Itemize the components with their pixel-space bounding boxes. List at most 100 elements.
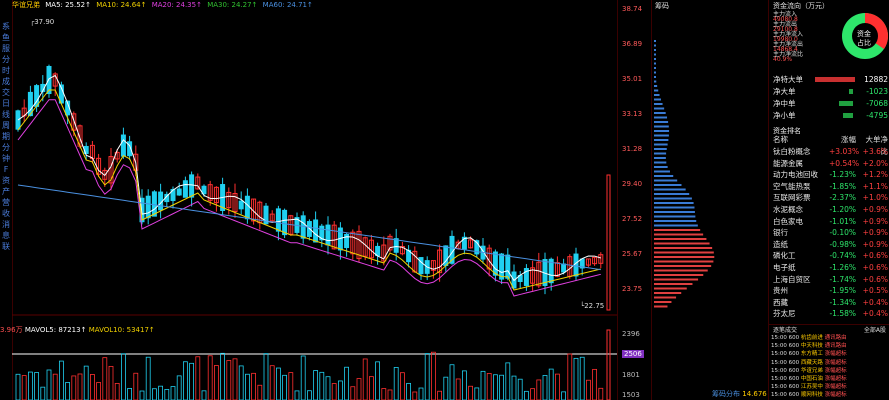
volume-bar — [517, 378, 523, 400]
sector-row[interactable]: 银行 -0.10% +0.9% — [771, 227, 889, 239]
sector-pct: -1.23% — [829, 170, 856, 180]
volume-bar — [368, 376, 374, 400]
chip-bar — [654, 179, 678, 182]
volume-bar — [424, 353, 430, 400]
left-tab-6[interactable]: 交 — [1, 88, 11, 98]
sector-name: 电子纸 — [773, 263, 796, 272]
left-tab-11[interactable]: 分 — [1, 143, 11, 153]
chip-footer-value: 14.676 — [742, 390, 767, 398]
left-tab-0[interactable]: 系 — [1, 22, 11, 32]
sector-name: 银行 — [773, 228, 788, 238]
chip-bar — [654, 157, 666, 159]
candlestick-svg — [12, 64, 617, 400]
tick-name: 中国石油 — [800, 376, 823, 382]
volume-bar — [499, 374, 505, 400]
volume-bar — [437, 390, 443, 400]
price-axis: 38.74 36.89 35.01 33.13 31.28 29.40 27.52 25.67… — [617, 0, 651, 400]
sector-row[interactable]: 钛白粉概念 +3.03% +3.6% — [771, 146, 889, 158]
chip-footer: 筹码分布 14.676 — [712, 389, 767, 399]
sector-net: +3.6% — [862, 147, 888, 156]
net-flow-value: -7068 — [866, 99, 888, 108]
volume-bar — [430, 351, 436, 400]
sector-net: +1.0% — [862, 193, 888, 203]
left-tab-17[interactable]: 收 — [1, 209, 11, 219]
sector-row[interactable]: 互联网彩票 -2.37% +1.0% — [771, 192, 889, 204]
candle-body — [492, 251, 498, 276]
tick-time: 15:00 — [771, 343, 787, 350]
left-tab-7[interactable]: 日 — [1, 99, 11, 109]
low-value: 22.75 — [584, 302, 605, 310]
chip-bar — [654, 305, 668, 308]
left-tab-4[interactable]: 时 — [1, 66, 11, 76]
sector-name: 上海自贸区 — [773, 274, 811, 284]
tick-tag: 涨幅超标 — [824, 376, 847, 382]
left-tab-16[interactable]: 营 — [1, 198, 11, 208]
left-tab-8[interactable]: 线 — [1, 110, 11, 120]
sector-row[interactable]: 动力电池回收 -1.23% +1.2% — [771, 169, 889, 181]
chip-bar — [654, 76, 656, 78]
volume-bar — [530, 388, 535, 400]
sector-row[interactable]: 水泥概念 -1.20% +0.9% — [771, 204, 889, 216]
left-tab-9[interactable]: 周 — [1, 121, 11, 131]
net-flow-row: 净小单 -4795 — [771, 110, 889, 122]
price-tick: 35.01 — [622, 75, 643, 83]
sector-net: +0.9% — [862, 205, 888, 214]
left-tab-19[interactable]: 息 — [1, 231, 11, 241]
left-tab-2[interactable]: 服 — [1, 44, 11, 54]
sector-name: 造纸 — [773, 239, 788, 249]
chip-bar — [654, 103, 663, 105]
sector-pct: -1.20% — [829, 205, 856, 214]
sector-row[interactable]: 西藏 -1.34% +0.4% — [771, 297, 889, 309]
volume-bar — [52, 373, 58, 400]
left-tab-15[interactable]: 产 — [1, 187, 11, 197]
volume-bar — [251, 372, 257, 400]
left-tab-14[interactable]: 资 — [1, 176, 11, 186]
left-tab-18[interactable]: 消 — [1, 220, 11, 230]
chip-bar — [654, 211, 695, 213]
pie-center-bottom: 占比 — [857, 39, 871, 47]
tick-name: 华谊兄弟 — [800, 367, 823, 374]
volume-bar — [586, 379, 591, 400]
volume-bar — [306, 390, 312, 400]
volume-bar — [313, 370, 319, 400]
left-tab-20[interactable]: 联 — [1, 242, 11, 252]
candle-body — [325, 224, 331, 246]
left-tab-10[interactable]: 期 — [1, 132, 11, 142]
sector-row[interactable]: 磷化工 -0.74% +0.6% — [771, 250, 889, 262]
tick-time: 15:00 — [771, 384, 787, 391]
volume-bar — [461, 370, 467, 400]
left-tab-1[interactable]: 鱼 — [1, 33, 11, 43]
left-tab-12[interactable]: 钟 — [1, 154, 11, 164]
sector-net: +0.6% — [862, 263, 888, 272]
sector-net: +2.0% — [862, 158, 888, 168]
chip-bar — [654, 98, 661, 101]
sector-net: +0.9% — [862, 228, 888, 238]
candle-body — [151, 191, 157, 217]
sector-row[interactable]: 造纸 -0.98% +0.9% — [771, 239, 889, 251]
left-tab-5[interactable]: 成 — [1, 77, 11, 87]
volume-bar — [579, 356, 585, 400]
left-tab-13[interactable]: F — [1, 165, 11, 175]
volume-bar — [480, 370, 486, 400]
left-tab-3[interactable]: 分 — [1, 55, 11, 65]
sector-pct: -1.74% — [829, 274, 856, 284]
chip-bar — [654, 85, 658, 87]
volume-bar — [524, 390, 529, 400]
sector-row[interactable]: 白色家电 -1.01% +0.9% — [771, 216, 889, 228]
sector-row[interactable]: 贵州 -1.95% +0.5% — [771, 285, 889, 297]
candle-body — [505, 254, 511, 279]
sector-net: +1.1% — [862, 181, 888, 191]
sector-row[interactable]: 上海自贸区 -1.74% +0.6% — [771, 274, 889, 286]
volume-bar — [319, 371, 325, 400]
chip-bar — [654, 296, 677, 299]
chip-bar — [654, 274, 704, 276]
sector-pct: +0.54% — [829, 158, 860, 168]
sector-row[interactable]: 芬太尼 -1.58% +0.4% — [771, 308, 889, 320]
sector-row[interactable]: 电子纸 -1.26% +0.6% — [771, 262, 889, 274]
sector-row[interactable]: 能源金属 +0.54% +2.0% — [771, 158, 889, 170]
candle-body — [244, 195, 250, 220]
sector-row[interactable]: 空气能热泵 -1.85% +1.1% — [771, 181, 889, 193]
kline-chart-area[interactable]: 华谊兄弟 MA5: 25.52↑ MA10: 24.64↑ MA20: 24.3… — [0, 0, 617, 400]
tick-code: 600 — [788, 367, 800, 374]
volume-bar — [40, 386, 46, 400]
